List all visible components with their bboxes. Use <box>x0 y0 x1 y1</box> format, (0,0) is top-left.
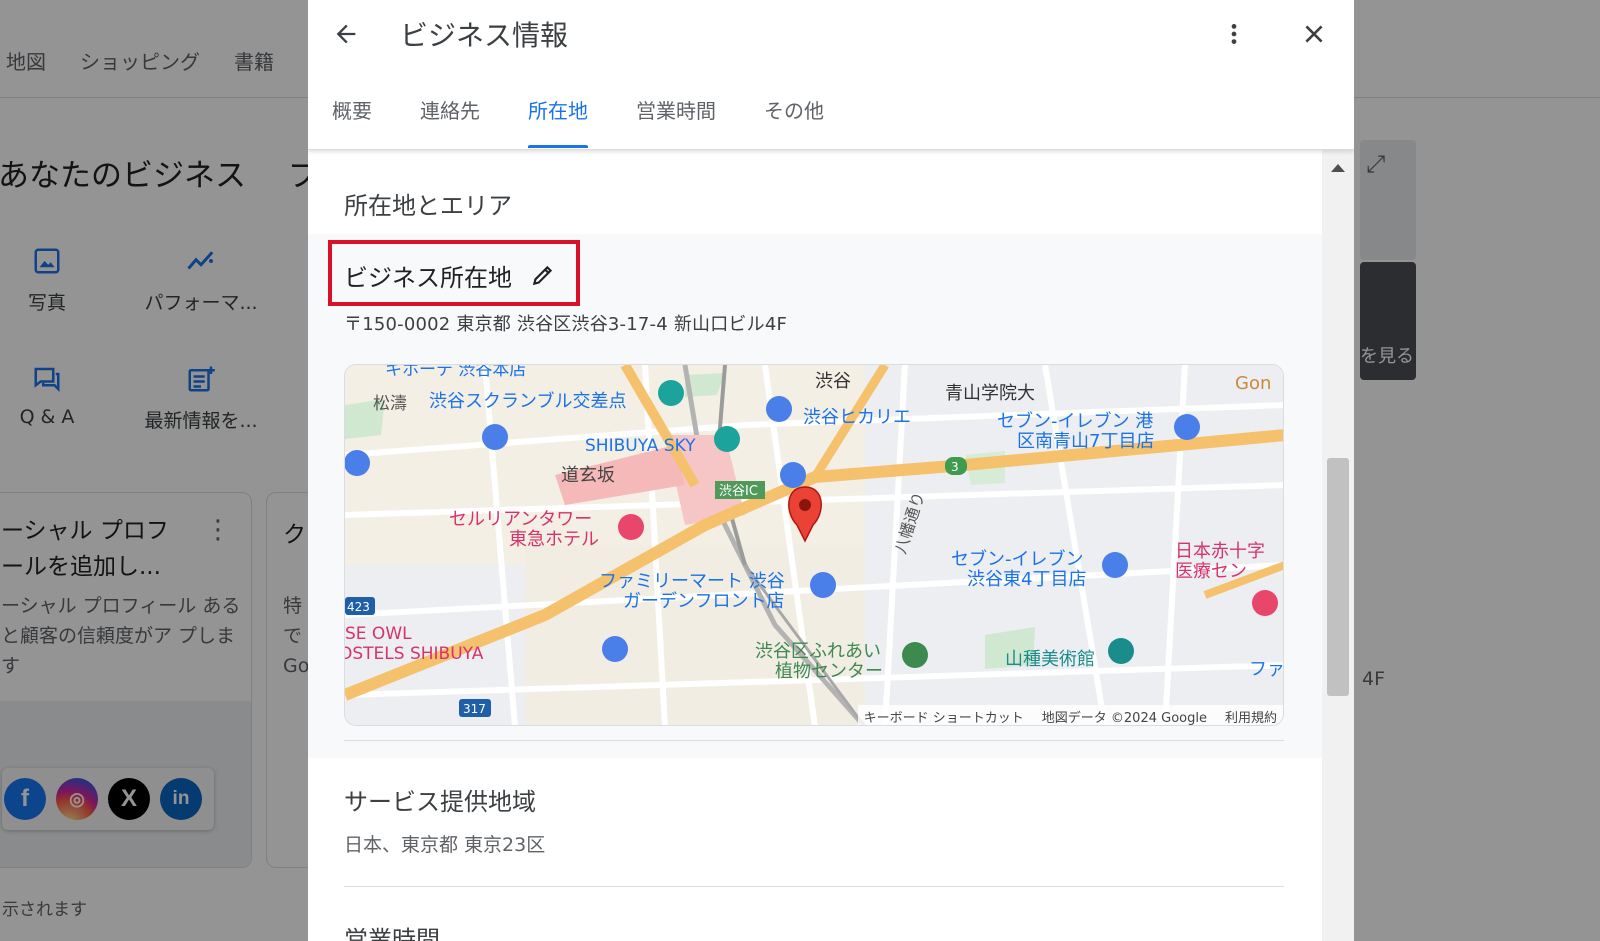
map-label-seven-aoyama-2: 区南青山7丁目店 <box>1017 431 1154 452</box>
map-label-redcross-2: 医療セン <box>1175 561 1247 582</box>
scrollbar[interactable] <box>1322 150 1354 941</box>
map-label-seven-higashi-1: セブン-イレブン <box>951 548 1084 570</box>
map-label-sky: SHIBUYA SKY <box>585 436 696 456</box>
map-attribution: キーボード ショートカット 地図データ ©2024 Google 利用規約 <box>857 705 1283 726</box>
map-label-cerulean-2: 東急ホテル <box>509 529 599 550</box>
service-area-label: サービス提供地域 <box>344 788 536 816</box>
pencil-icon <box>532 265 553 286</box>
map-label-gon: Gon <box>1235 373 1271 394</box>
map-canvas: キホーテ 渋谷本店 松濤 渋谷スクランブル交差点 渋谷ヒカリエ 渋谷 青山学院大… <box>345 365 1284 725</box>
map-label-matsu: 松濤 <box>373 394 407 414</box>
back-button[interactable] <box>324 12 368 56</box>
close-icon <box>1305 25 1323 43</box>
map-label-aoyama: 青山学院大 <box>945 383 1035 404</box>
dialog-header: ビジネス情報 概要 連絡先 所在地 営業時間 その他 <box>308 0 1354 150</box>
map-label-hikarie: 渋谷ヒカリエ <box>803 407 911 428</box>
business-info-dialog: ビジネス情報 概要 連絡先 所在地 営業時間 その他 所在地とエリア ビジネス所… <box>308 0 1354 941</box>
map-label-scramble: 渋谷スクランブル交差点 <box>429 390 626 412</box>
scrollbar-thumb[interactable] <box>1327 458 1349 696</box>
map-label-owl-2: OSTELS SHIBUYA <box>345 644 484 664</box>
arrow-back-icon <box>336 24 356 44</box>
route-423: 423 <box>347 600 370 614</box>
more-vert-icon <box>1231 24 1237 44</box>
business-location-label: ビジネス所在地 <box>344 264 512 292</box>
section-divider <box>344 886 1284 887</box>
route-3: 3 <box>951 460 959 474</box>
tab-location[interactable]: 所在地 <box>504 96 612 148</box>
tab-more[interactable]: その他 <box>740 96 848 148</box>
hours-label: 営業時間 <box>344 926 440 941</box>
route-317: 317 <box>463 702 486 716</box>
map-label-donki: キホーテ 渋谷本店 <box>385 365 526 380</box>
map-label-cerulean-1: セルリアンタワー <box>449 509 592 530</box>
map-label-dogenzaka: 道玄坂 <box>561 465 615 486</box>
map-label-fureai-2: 植物センター <box>775 661 883 682</box>
location-map[interactable]: キホーテ 渋谷本店 松濤 渋谷スクランブル交差点 渋谷ヒカリエ 渋谷 青山学院大… <box>344 364 1284 726</box>
map-label-famima-1: ファミリーマート 渋谷 <box>599 571 785 592</box>
business-location-block: ビジネス所在地 〒150-0002 東京都 渋谷区渋谷3-17-4 新山口ビル4… <box>308 234 1322 758</box>
map-data-credit: 地図データ ©2024 Google <box>1041 711 1207 726</box>
scroll-up-arrow-icon[interactable] <box>1331 164 1345 172</box>
section-divider <box>344 740 1284 741</box>
tab-hours[interactable]: 営業時間 <box>612 96 740 148</box>
service-area-value: 日本、東京都 東京23区 <box>344 834 546 856</box>
map-label-seven-aoyama-1: セブン-イレブン 港 <box>997 410 1153 432</box>
dialog-tabs: 概要 連絡先 所在地 営業時間 その他 <box>332 96 848 148</box>
dialog-body: 所在地とエリア ビジネス所在地 〒150-0002 東京都 渋谷区渋谷3-17-… <box>308 150 1322 941</box>
section-heading: 所在地とエリア <box>344 192 512 220</box>
edit-location-button[interactable] <box>528 260 558 290</box>
keyboard-shortcuts-link[interactable]: キーボード ショートカット <box>864 707 1024 725</box>
map-label-owl-1: SE OWL <box>345 624 412 644</box>
tab-contact[interactable]: 連絡先 <box>396 96 504 148</box>
map-label-redcross-1: 日本赤十字 <box>1175 541 1265 562</box>
map-label-seven-higashi-2: 渋谷東4丁目店 <box>967 569 1086 590</box>
business-address: 〒150-0002 東京都 渋谷区渋谷3-17-4 新山口ビル4F <box>344 314 788 335</box>
map-label-fureai-1: 渋谷区ふれあい <box>755 641 881 662</box>
map-label-yamatane: 山種美術館 <box>1005 649 1095 670</box>
map-label-fa: ファ <box>1249 659 1284 680</box>
dialog-title: ビジネス情報 <box>400 19 569 52</box>
more-options-button[interactable] <box>1214 14 1254 54</box>
terms-link[interactable]: 利用規約 <box>1225 707 1277 725</box>
map-label-shibuya: 渋谷 <box>815 371 851 392</box>
tab-overview[interactable]: 概要 <box>332 96 396 148</box>
close-button[interactable] <box>1292 12 1336 56</box>
map-label-ic: 渋谷IC <box>719 484 758 499</box>
map-label-famima-2: ガーデンフロント店 <box>623 591 784 612</box>
